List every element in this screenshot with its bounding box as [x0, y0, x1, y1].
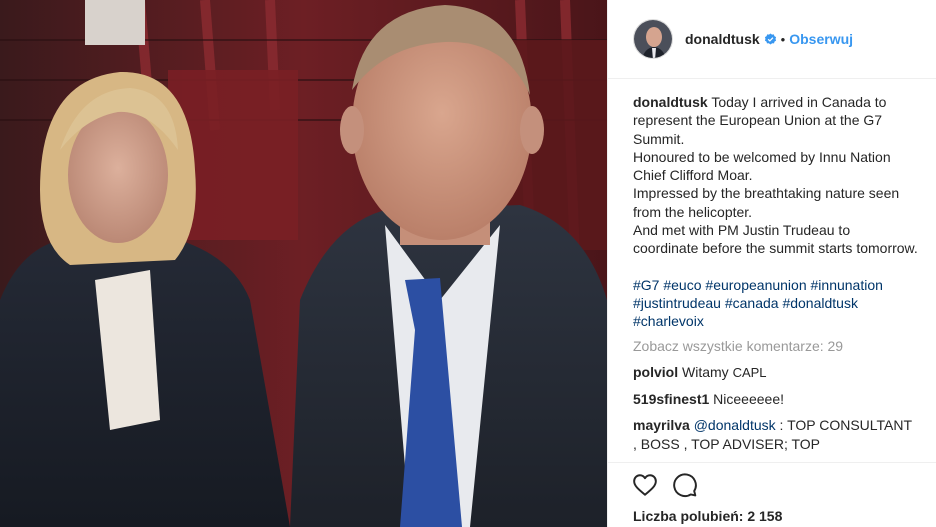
hashtag-link[interactable]: #europeanunion — [705, 277, 806, 293]
avatar-image — [634, 20, 672, 58]
hashtag-link[interactable]: #innunation — [811, 277, 883, 293]
comment-text: Witamy — [682, 363, 729, 380]
hashtag-link[interactable]: #euco — [663, 277, 701, 293]
speech-bubble-icon — [673, 473, 697, 498]
header-username[interactable]: donaldtusk — [685, 31, 760, 47]
comments-list[interactable]: donaldtusk Today I arrived in Canada to … — [633, 93, 918, 462]
post-actions-bar: Liczba polubień: 2 158 — [608, 462, 936, 527]
comment-item: mayrilva @donaldtusk : TOP CONSULTANT , … — [633, 416, 918, 453]
comment-username[interactable]: 519sfinest1 — [633, 391, 709, 407]
caption-line-3: Impressed by the breathtaking nature see… — [633, 185, 900, 220]
post-header: donaldtusk • Obserwuj — [608, 0, 936, 79]
post-media-video[interactable] — [0, 0, 607, 527]
hashtag-link[interactable]: #justintrudeau — [633, 295, 721, 311]
hashtag-link[interactable]: #donaldtusk — [782, 295, 858, 311]
caption-line-2: Honoured to be welcomed by Innu Nation C… — [633, 148, 891, 184]
comment-button[interactable] — [672, 472, 700, 500]
verified-badge-icon — [764, 32, 776, 45]
view-all-comments-link[interactable]: Zobacz wszystkie komentarze: 29 — [633, 337, 918, 355]
hashtag-link[interactable]: #charlevoix — [633, 313, 704, 329]
post-caption: donaldtusk Today I arrived in Canada to … — [633, 93, 918, 258]
heart-outline-icon — [633, 474, 657, 496]
post-side-panel: donaldtusk • Obserwuj donaldtusk Today I… — [607, 0, 936, 527]
likes-count[interactable]: Liczba polubień: 2 158 — [633, 508, 782, 524]
avatar[interactable] — [633, 19, 673, 59]
like-button[interactable] — [632, 472, 660, 500]
comment-item: 519sfinest1 Niceeeeee! — [633, 390, 918, 408]
caption-line-4: And met with PM Justin Trudeau to coordi… — [633, 222, 918, 257]
follow-button[interactable]: Obserwuj — [789, 31, 853, 47]
comment-text-suffix: CAPL — [732, 364, 767, 380]
comment-username[interactable]: mayrilva — [633, 417, 690, 433]
hashtag-link[interactable]: #canada — [725, 295, 779, 311]
hashtag-list: #G7 #euco #europeanunion #innunation #ju… — [633, 276, 918, 331]
hashtag-link[interactable]: #G7 — [633, 277, 659, 293]
video-frame-illustration — [0, 0, 607, 527]
comment-mention-link[interactable]: @donaldtusk — [694, 417, 776, 433]
comment-text: Niceeeeee! — [713, 391, 784, 408]
comment-username[interactable]: polviol — [633, 364, 678, 380]
header-separator: • — [780, 31, 786, 47]
comment-item: polviol Witamy CAPL — [633, 363, 918, 382]
caption-username[interactable]: donaldtusk — [633, 94, 708, 110]
